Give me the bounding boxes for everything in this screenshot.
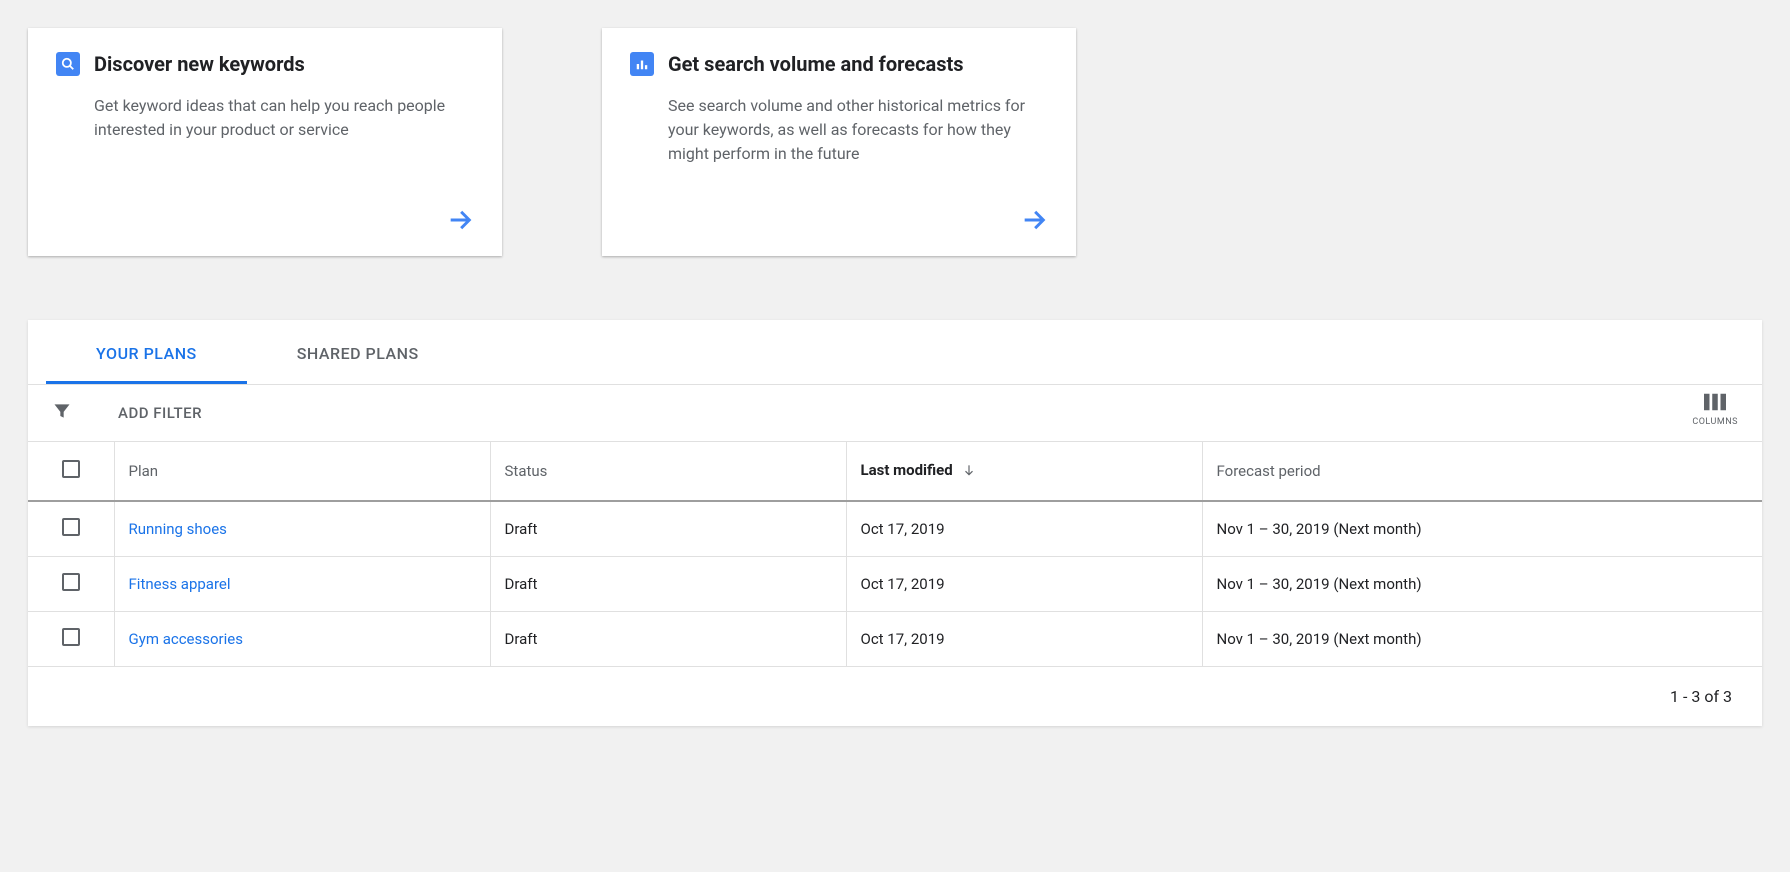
card-title: Discover new keywords [94, 52, 305, 76]
card-description: Get keyword ideas that can help you reac… [94, 94, 474, 142]
search-icon [56, 52, 80, 76]
tabs: YOUR PLANS SHARED PLANS [28, 320, 1762, 385]
bar-chart-icon [630, 52, 654, 76]
status-cell: Draft [490, 557, 846, 612]
card-title: Get search volume and forecasts [668, 52, 964, 76]
plan-link[interactable]: Running shoes [129, 520, 227, 538]
row-checkbox[interactable] [62, 628, 80, 646]
cards-row: Discover new keywords Get keyword ideas … [0, 0, 1790, 256]
plans-panel: YOUR PLANS SHARED PLANS ADD FILTER COLUM… [28, 320, 1762, 726]
header-forecast-period[interactable]: Forecast period [1202, 442, 1762, 501]
tab-your-plans[interactable]: YOUR PLANS [46, 320, 247, 384]
modified-cell: Oct 17, 2019 [846, 612, 1202, 667]
tab-shared-plans[interactable]: SHARED PLANS [247, 320, 469, 384]
table-row: Fitness apparel Draft Oct 17, 2019 Nov 1… [28, 557, 1762, 612]
header-plan[interactable]: Plan [114, 442, 490, 501]
sort-desc-icon [962, 463, 976, 481]
add-filter-button[interactable]: ADD FILTER [118, 404, 202, 422]
columns-button[interactable]: COLUMNS [1692, 393, 1738, 427]
filter-row: ADD FILTER COLUMNS [28, 385, 1762, 442]
table-row: Running shoes Draft Oct 17, 2019 Nov 1 –… [28, 501, 1762, 557]
plan-link[interactable]: Gym accessories [129, 630, 243, 648]
modified-cell: Oct 17, 2019 [846, 557, 1202, 612]
filter-icon [52, 401, 72, 425]
header-checkbox-cell [28, 442, 114, 501]
status-cell: Draft [490, 612, 846, 667]
modified-cell: Oct 17, 2019 [846, 501, 1202, 557]
row-checkbox[interactable] [62, 573, 80, 591]
forecast-cell: Nov 1 – 30, 2019 (Next month) [1202, 501, 1762, 557]
row-checkbox[interactable] [62, 518, 80, 536]
card-description: See search volume and other historical m… [668, 94, 1048, 166]
forecast-cell: Nov 1 – 30, 2019 (Next month) [1202, 612, 1762, 667]
discover-keywords-card[interactable]: Discover new keywords Get keyword ideas … [28, 28, 502, 256]
status-cell: Draft [490, 501, 846, 557]
plans-table: Plan Status Last modified Forecast perio… [28, 442, 1762, 667]
header-status[interactable]: Status [490, 442, 846, 501]
arrow-right-icon [446, 206, 474, 238]
forecast-cell: Nov 1 – 30, 2019 (Next month) [1202, 557, 1762, 612]
columns-label: COLUMNS [1692, 417, 1738, 427]
header-last-modified[interactable]: Last modified [846, 442, 1202, 501]
volume-forecasts-card[interactable]: Get search volume and forecasts See sear… [602, 28, 1076, 256]
select-all-checkbox[interactable] [62, 460, 80, 478]
columns-icon [1704, 393, 1726, 411]
pagination: 1 - 3 of 3 [28, 667, 1762, 726]
table-row: Gym accessories Draft Oct 17, 2019 Nov 1… [28, 612, 1762, 667]
plan-link[interactable]: Fitness apparel [129, 575, 231, 593]
arrow-right-icon [1020, 206, 1048, 238]
